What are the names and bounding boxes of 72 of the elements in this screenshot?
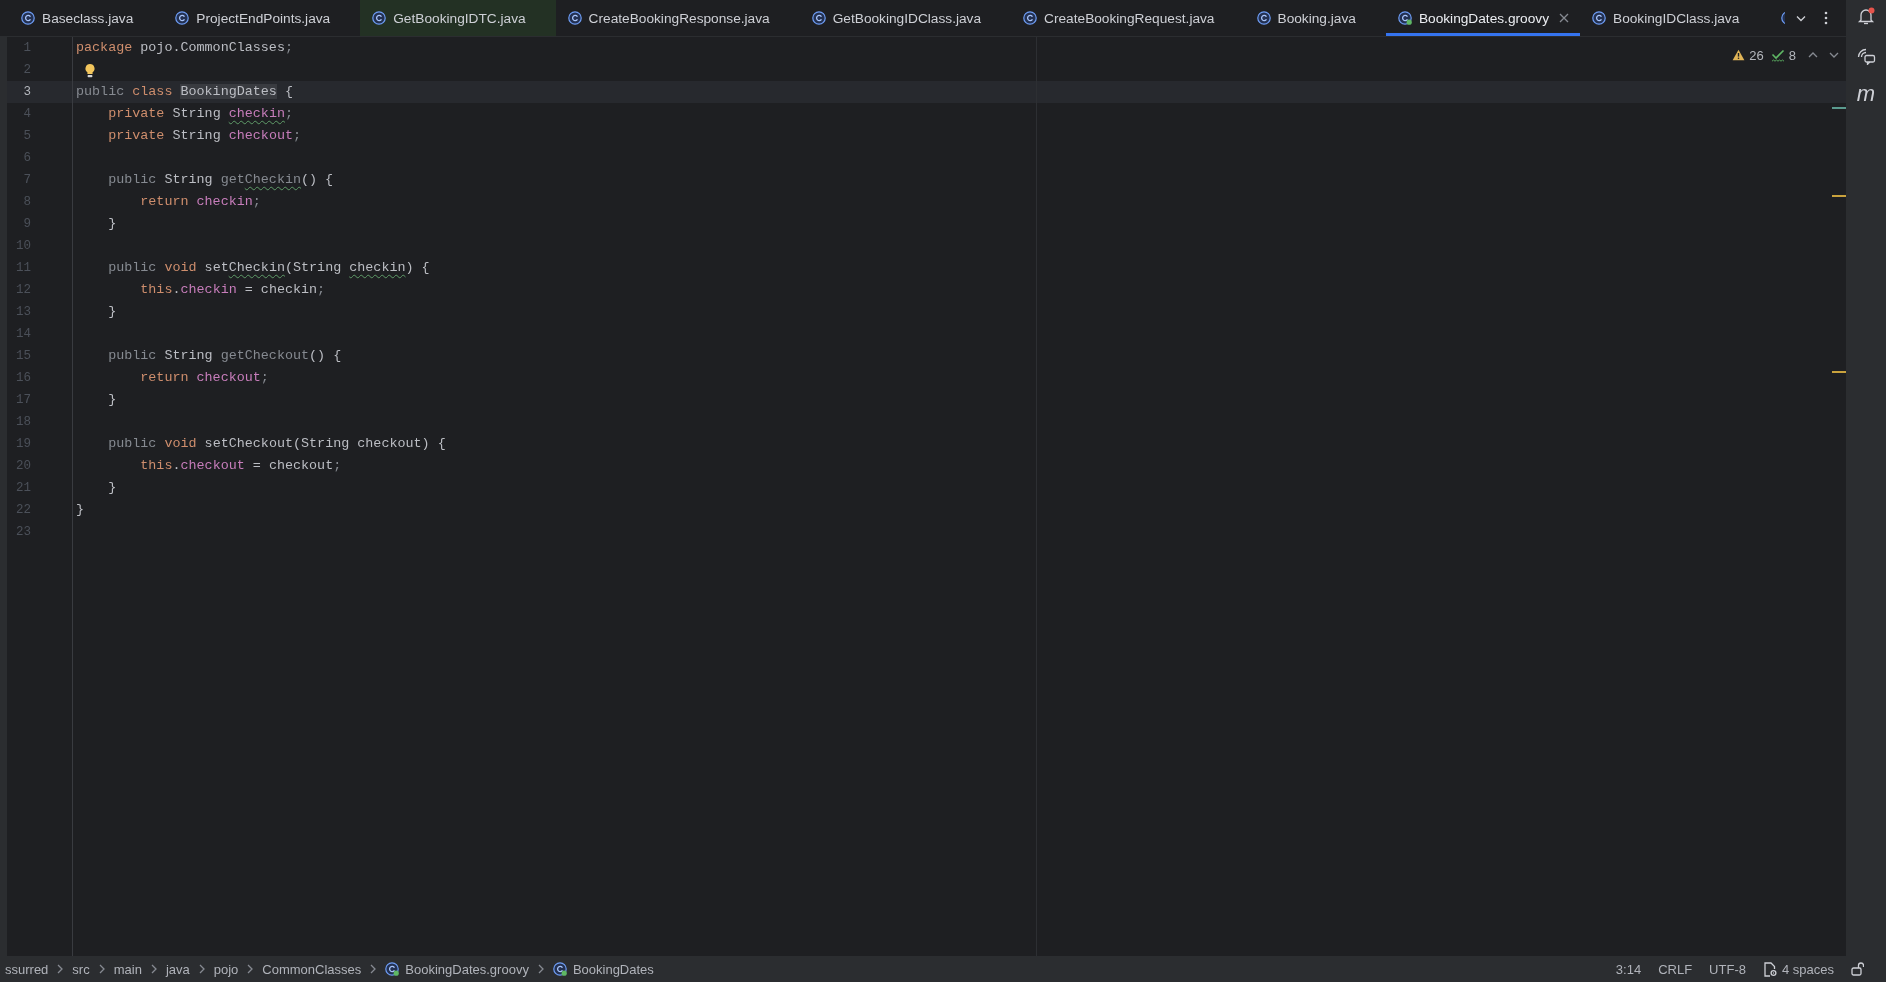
breadcrumb-item[interactable]: pojo (213, 961, 239, 977)
code-line: public void setCheckin(String checkin) { (108, 259, 430, 277)
chevron-right-icon (247, 964, 254, 974)
code-line: private String checkin; (108, 105, 293, 123)
code-line: private String checkout; (108, 127, 302, 145)
class-icon[interactable] (1781, 11, 1786, 25)
tab[interactable]: ProjectEndPoints.java (163, 0, 361, 36)
chevron-right-icon (98, 964, 105, 974)
chevron-down-icon[interactable] (1829, 52, 1839, 58)
bell-icon[interactable] (1857, 7, 1875, 25)
code-line: return checkout; (140, 369, 269, 387)
class-icon (372, 11, 387, 25)
code-line: public String getCheckin() { (108, 171, 334, 189)
breadcrumb-item[interactable]: ssurred (5, 961, 49, 977)
code-line: public String getCheckout() { (108, 347, 342, 365)
lightbulb-icon[interactable] (84, 62, 96, 78)
chevron-right-icon (370, 964, 377, 974)
breadcrumb-item[interactable]: BookingDates.groovy (385, 961, 529, 977)
class-icon (21, 11, 35, 25)
class-icon (1592, 11, 1606, 25)
unlocked-padlock-icon[interactable] (1851, 962, 1864, 976)
tool-window-button[interactable]: m (1856, 83, 1876, 105)
warning-icon (1732, 49, 1746, 61)
code-line: } (108, 303, 117, 321)
caret-position[interactable]: 3:14 (1615, 961, 1642, 977)
class-icon (1023, 11, 1038, 25)
class-icon (385, 962, 400, 976)
chevron-right-icon (537, 964, 544, 974)
breadcrumb-item[interactable]: BookingDates (552, 961, 654, 977)
code-line: public void setCheckout(String checkout) { (108, 435, 446, 453)
check-icon (1770, 48, 1785, 62)
chevron-right-icon (57, 964, 64, 974)
line-number: 3 (23, 84, 31, 101)
close-icon[interactable] (1559, 13, 1569, 23)
tab[interactable]: BookingDates.groovy (1385, 0, 1580, 36)
breadcrumb-item[interactable]: src (72, 961, 90, 977)
tab[interactable]: GetBookingIDTC.java (360, 0, 556, 36)
tab[interactable]: Booking.java (1244, 0, 1386, 36)
code-line: package pojo.CommonClasses; (76, 39, 293, 57)
tab[interactable]: BookingIDClass.java (1580, 0, 1770, 36)
chevron-right-icon (150, 964, 157, 974)
tab[interactable]: GetBookingIDClass.java (799, 0, 1012, 36)
chat-icon[interactable] (1856, 47, 1876, 65)
breadcrumb-item[interactable]: main (113, 961, 142, 977)
code-line: } (76, 501, 85, 519)
class-icon (552, 962, 567, 976)
warnings-button[interactable]: 26 (1732, 42, 1764, 68)
code-line: } (108, 391, 117, 409)
tab[interactable]: Baseclass.java (9, 0, 164, 36)
class-icon (1256, 11, 1271, 25)
code-line: } (108, 215, 117, 233)
class-icon (175, 11, 190, 25)
code-line: return checkin; (140, 193, 261, 211)
chevron-right-icon (198, 964, 205, 974)
class-icon (1397, 11, 1412, 25)
breadcrumb-item[interactable]: CommonClasses (262, 961, 362, 977)
code-line: this.checkin = checkin; (140, 281, 326, 299)
document-gear-icon (1762, 961, 1777, 977)
class-icon (811, 11, 826, 25)
file-encoding[interactable]: UTF-8 (1709, 961, 1746, 977)
line-separator[interactable]: CRLF (1658, 961, 1693, 977)
code-line: this.checkout = checkout; (140, 457, 342, 475)
typos-button[interactable]: 8 (1770, 42, 1796, 68)
code-line: } (108, 479, 117, 497)
tab[interactable]: CreateBookingResponse.java (555, 0, 800, 36)
more-vertical-icon[interactable] (1824, 11, 1828, 25)
code-line: public class BookingDates { (76, 83, 293, 101)
class-icon (567, 11, 582, 25)
tab[interactable]: CreateBookingRequest.java (1011, 0, 1245, 36)
chevron-up-icon[interactable] (1808, 52, 1818, 58)
indent-setting[interactable]: 4 spaces (1762, 961, 1834, 977)
breadcrumb-item[interactable]: java (165, 961, 190, 977)
